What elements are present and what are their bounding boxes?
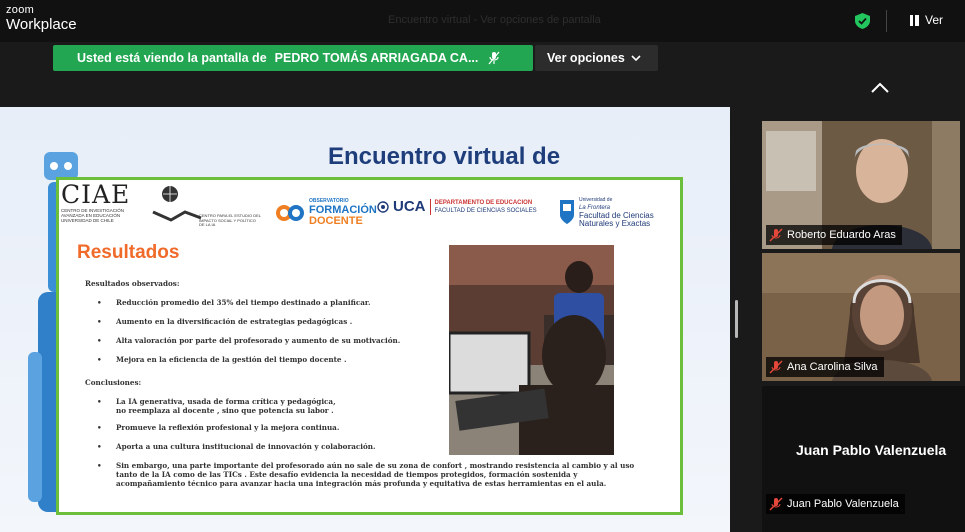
view-options-label: Ver opciones <box>547 51 625 65</box>
shield-icon[interactable] <box>855 13 870 29</box>
presenter-name: PEDRO TOMÁS ARRIAGADA CA... <box>274 51 479 65</box>
participant-tile-no-video[interactable]: Juan Pablo Valenzuela Juan Pablo Valenzu… <box>762 386 965 532</box>
ufro-logo: Universidad de La Frontera Facultad de C… <box>559 196 659 228</box>
participant-video[interactable]: Roberto Eduardo Aras <box>762 121 960 249</box>
grid-icon <box>910 14 919 26</box>
slide-content-frame: CIAE CENTRO DE INVESTIGACIÓN AVANZADA EN… <box>56 177 683 515</box>
participant-video[interactable]: Ana Carolina Silva <box>762 253 960 381</box>
participant-name-tag: Ana Carolina Silva <box>766 357 884 377</box>
shared-screen: Encuentro virtual de CIAE CENTRO DE INVE… <box>0 107 730 532</box>
mic-muted-icon <box>769 228 783 242</box>
meeting-title: Encuentro virtual - Ver opciones de pant… <box>388 14 601 26</box>
screen-share-banner: Usted está viendo la pantalla de PEDRO T… <box>53 45 533 71</box>
zoom-logo: zoom Workplace <box>6 4 77 33</box>
mic-muted-icon <box>769 497 783 511</box>
mic-muted-icon <box>769 360 783 374</box>
participant-name: Juan Pablo Valenzuela <box>787 498 899 510</box>
participant-display-name: Juan Pablo Valenzuela <box>796 442 947 458</box>
chevron-up-icon[interactable] <box>869 79 891 97</box>
list-item: La IA generativa, usada de forma crítica… <box>85 397 345 415</box>
view-options-button[interactable]: Ver opciones <box>535 45 658 71</box>
toolbar-divider <box>886 10 887 32</box>
chevron-down-icon <box>631 54 641 61</box>
cepi-logo: CENTRO PARA EL ESTUDIO DEL IMPACTO SOCIA… <box>151 184 261 228</box>
uca-logo: UCA DEPARTAMENTO DE EDUCACION FACULTAD DE… <box>377 198 537 215</box>
logo-strip: CIAE CENTRO DE INVESTIGACIÓN AVANZADA EN… <box>61 182 679 230</box>
mic-muted-icon <box>488 51 500 65</box>
logo-top-text: zoom <box>6 4 35 16</box>
participant-name: Ana Carolina Silva <box>787 361 878 373</box>
participant-name-tag: Juan Pablo Valenzuela <box>766 494 905 514</box>
observatorio-logo: OBSERVATORIO FORMACIÓN DOCENTE <box>275 198 377 227</box>
logo-bottom-text: Workplace <box>6 16 77 33</box>
view-button[interactable]: Ver <box>910 13 943 27</box>
ciae-logo: CIAE CENTRO DE INVESTIGACIÓN AVANZADA EN… <box>61 180 131 224</box>
participant-name-tag: Roberto Eduardo Aras <box>766 225 902 245</box>
classroom-photo <box>449 245 614 455</box>
section-title: Resultados <box>77 242 180 263</box>
resize-handle[interactable] <box>735 300 738 338</box>
list-item: Sin embargo, una parte importante del pr… <box>85 461 645 488</box>
top-bar: zoom Workplace Encuentro virtual - Ver o… <box>0 0 965 42</box>
banner-prefix: Usted está viendo la pantalla de <box>77 51 267 65</box>
slide-title: Encuentro virtual de <box>328 143 561 170</box>
participant-name: Roberto Eduardo Aras <box>787 229 896 241</box>
view-label: Ver <box>925 13 944 27</box>
